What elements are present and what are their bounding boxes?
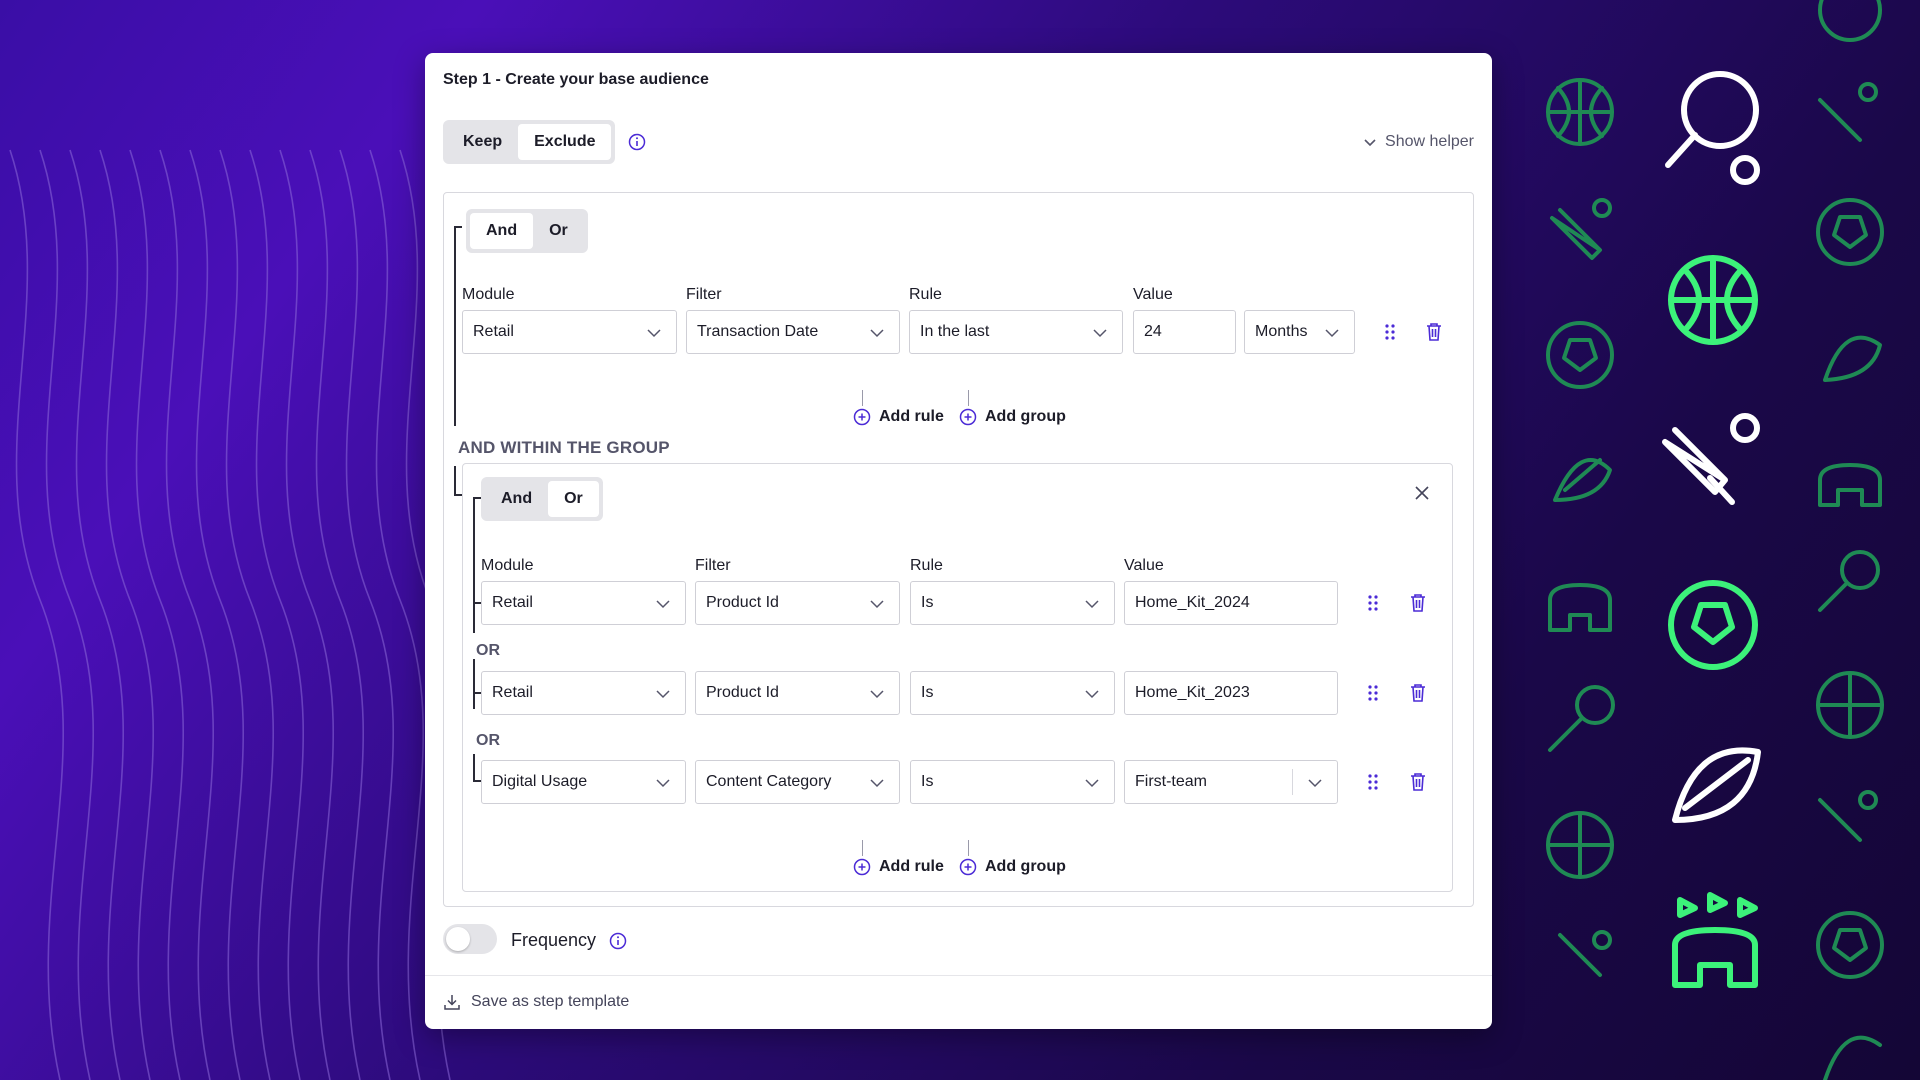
show-helper-label: Show helper [1385,133,1474,150]
value-column-label: Value [1124,557,1164,574]
footer-divider [425,975,1492,976]
drag-handle-icon[interactable] [1362,682,1384,704]
plus-circle-icon [853,408,871,426]
trash-icon[interactable] [1423,321,1445,343]
chevron-down-icon [1308,779,1322,788]
value-input[interactable]: 24 [1133,310,1236,354]
info-icon[interactable] [628,133,646,151]
add-group-button[interactable]: Add group [959,408,1066,426]
add-rule-button[interactable]: Add rule [853,858,944,876]
drag-handle-icon[interactable] [1362,592,1384,614]
drag-handle-icon[interactable] [1362,771,1384,793]
outer-rule-group: And Or Module Filter Rule Value Retail T… [443,192,1474,907]
show-helper-button[interactable]: Show helper [1363,133,1474,151]
nested-and-or-toggle: And Or [481,477,603,521]
rule-select[interactable]: Is [910,760,1115,804]
group-tree-line [473,659,475,709]
chevron-down-icon [1325,329,1339,338]
save-as-template-button[interactable]: Save as step template [443,993,629,1011]
chevron-down-icon [656,779,670,788]
top-and-or-toggle: And Or [466,209,588,253]
module-select[interactable]: Retail [462,310,677,354]
frequency-toggle[interactable] [443,924,497,954]
rule-select[interactable]: Is [910,581,1115,625]
filter-column-label: Filter [695,557,731,574]
chevron-down-icon [1085,690,1099,699]
rule-select[interactable]: In the last [909,310,1123,354]
keep-option[interactable]: Keep [447,124,518,160]
module-select[interactable]: Retail [481,581,686,625]
keep-exclude-toggle: Keep Exclude [443,120,616,164]
nested-rule-group: And Or Module Filter Rule Value Retail P… [462,463,1453,892]
or-option[interactable]: Or [548,481,599,517]
background-sports-icons [1546,0,1884,1080]
chevron-down-icon [870,329,884,338]
trash-icon[interactable] [1407,682,1429,704]
filter-select[interactable]: Transaction Date [686,310,900,354]
unit-select[interactable]: Months [1244,310,1355,354]
trash-icon[interactable] [1407,771,1429,793]
chevron-down-icon [870,779,884,788]
rule-select[interactable]: Is [910,671,1115,715]
plus-circle-icon [959,408,977,426]
chevron-down-icon [647,329,661,338]
download-icon [444,995,460,1010]
group-tree-line [454,466,456,496]
chevron-down-icon [656,690,670,699]
filter-select[interactable]: Product Id [695,581,900,625]
info-icon[interactable] [609,932,627,950]
frequency-label: Frequency [511,930,597,950]
exclude-option[interactable]: Exclude [518,124,612,160]
rule-column-label: Rule [909,286,942,303]
or-option[interactable]: Or [533,213,584,249]
add-group-button[interactable]: Add group [959,858,1066,876]
close-icon[interactable] [1413,484,1431,502]
chevron-down-icon [1364,139,1376,147]
or-separator: OR [476,642,500,659]
value-input[interactable]: Home_Kit_2024 [1124,581,1338,625]
add-rule-button[interactable]: Add rule [853,408,944,426]
filter-select[interactable]: Product Id [695,671,900,715]
value-column-label: Value [1133,286,1173,303]
plus-circle-icon [853,858,871,876]
drag-handle-icon[interactable] [1379,321,1401,343]
filter-select[interactable]: Content Category [695,760,900,804]
plus-circle-icon [959,858,977,876]
panel-title: Step 1 - Create your base audience [443,71,709,88]
module-select[interactable]: Digital Usage [481,760,686,804]
group-tree-line [473,754,475,782]
audience-step-panel: Step 1 - Create your base audience Keep … [425,53,1492,1029]
and-option[interactable]: And [470,213,534,249]
and-option[interactable]: And [485,481,548,517]
chevron-down-icon [870,600,884,609]
chevron-down-icon [1085,600,1099,609]
group-tree-line [473,497,475,633]
within-group-label: AND WITHIN THE GROUP [458,438,670,457]
trash-icon[interactable] [1407,592,1429,614]
filter-column-label: Filter [686,286,722,303]
chevron-down-icon [1085,779,1099,788]
module-column-label: Module [462,286,515,303]
or-separator: OR [476,732,500,749]
chevron-down-icon [870,690,884,699]
chevron-down-icon [1093,329,1107,338]
chevron-down-icon [656,600,670,609]
value-input[interactable]: Home_Kit_2023 [1124,671,1338,715]
module-column-label: Module [481,557,534,574]
module-select[interactable]: Retail [481,671,686,715]
value-select[interactable]: First-team [1124,760,1338,804]
rule-column-label: Rule [910,557,943,574]
group-tree-line [454,226,456,426]
